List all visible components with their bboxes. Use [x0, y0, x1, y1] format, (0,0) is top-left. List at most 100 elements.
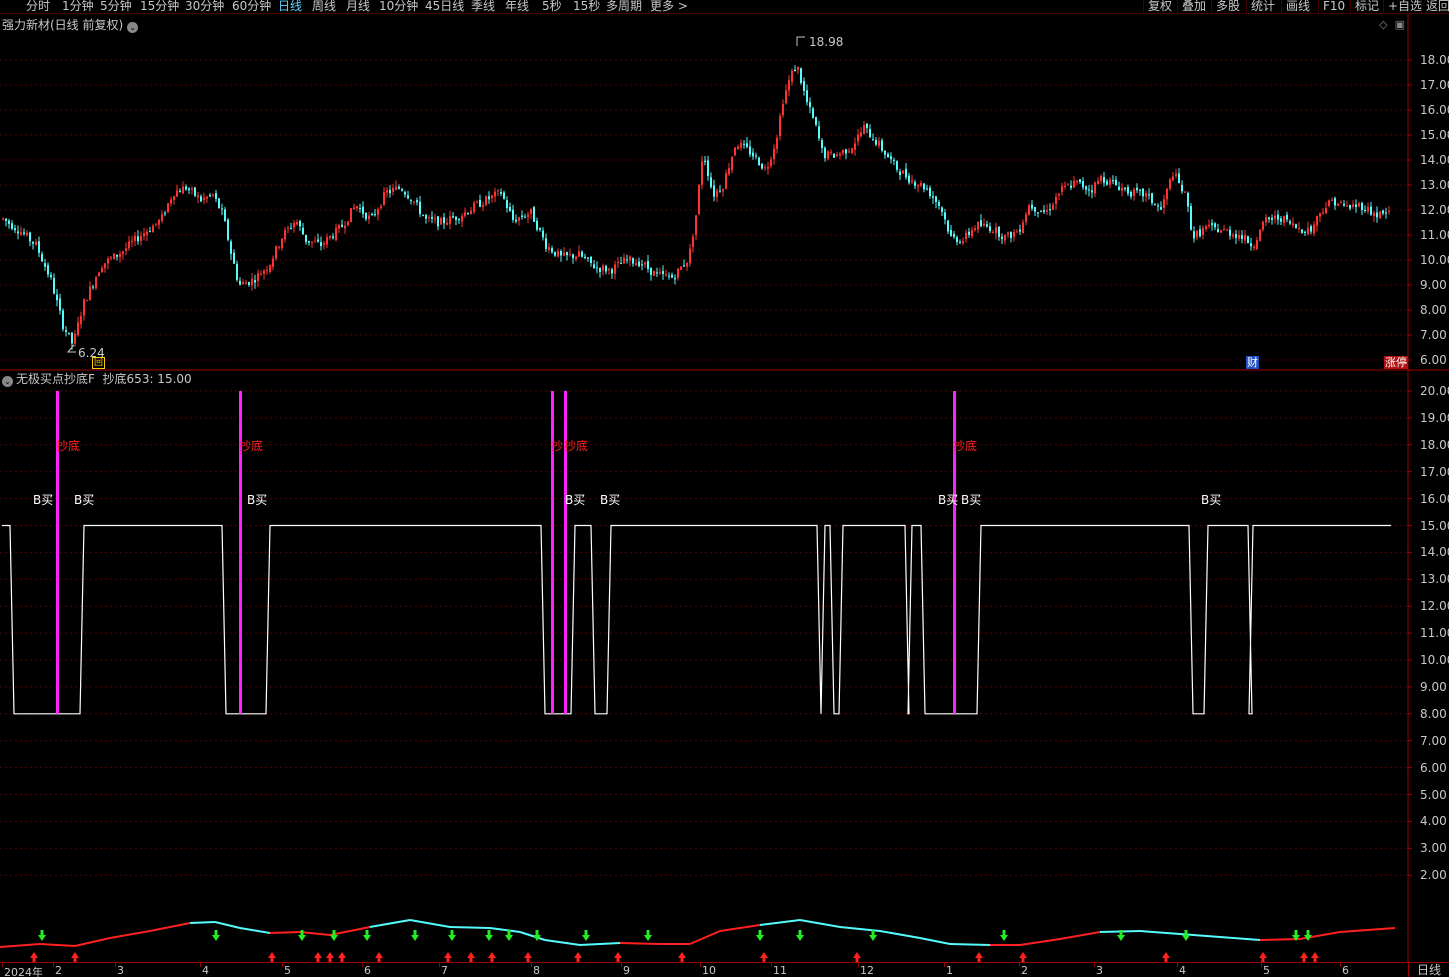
candle-body: [710, 177, 712, 188]
candle-body: [968, 231, 970, 235]
candle-body: [935, 196, 937, 203]
candle-body: [644, 262, 646, 265]
candle-body: [8, 220, 10, 224]
candle-body: [677, 268, 679, 278]
candle-body: [65, 330, 67, 332]
candle-body: [398, 186, 400, 189]
candle-body: [635, 263, 637, 266]
trend-line-segment: [799, 919, 841, 928]
candle-body: [1352, 204, 1354, 207]
candle-body: [35, 241, 37, 245]
candle-body: [86, 300, 88, 302]
candle-body: [647, 260, 649, 269]
down-arrow-icon: [411, 930, 419, 941]
candle-body: [167, 203, 169, 213]
candle-body: [407, 195, 409, 199]
candle-body: [5, 218, 7, 221]
candle-body: [959, 241, 961, 243]
candle-body: [998, 226, 1000, 237]
candle-body: [578, 251, 580, 257]
candle-body: [551, 248, 553, 253]
time-tick-label: 3: [1096, 964, 1103, 977]
candle-body: [1184, 191, 1186, 193]
candle-body: [17, 231, 19, 234]
candle-body: [905, 168, 907, 178]
trend-line-segment: [919, 937, 951, 945]
indicator-line: [2, 524, 1391, 715]
trend-line-segment: [619, 942, 661, 945]
candle-body: [788, 80, 790, 91]
candle-body: [1337, 203, 1339, 206]
candle-body: [1382, 210, 1384, 214]
candle-body: [41, 254, 43, 262]
candle-body: [668, 275, 670, 277]
candle-body: [440, 218, 442, 225]
candle-body: [956, 237, 958, 243]
candle-body: [1013, 232, 1015, 237]
candle-body: [1355, 204, 1357, 208]
candle-body: [416, 200, 418, 203]
trend-line-segment: [299, 931, 331, 936]
candle-body: [1073, 180, 1075, 188]
candle-body: [494, 191, 496, 197]
down-arrow-icon: [796, 930, 804, 941]
candle-body: [368, 215, 370, 220]
trend-line-segment: [719, 924, 761, 932]
candle-body: [80, 316, 82, 325]
candle-body: [137, 236, 139, 242]
candle-body: [242, 282, 244, 285]
price-tick-label: 15.00: [1420, 128, 1449, 142]
candle-body: [530, 208, 532, 214]
candle-body: [221, 208, 223, 210]
candle-body: [560, 251, 562, 256]
trend-line-segment: [214, 921, 241, 929]
candle-body: [1106, 181, 1108, 185]
bottom-signal-label: 抄底: [239, 439, 264, 453]
candle-body: [1238, 234, 1240, 239]
price-tick-label: 13.00: [1420, 178, 1449, 192]
time-tick: [858, 963, 859, 967]
candle-body: [980, 220, 982, 227]
candle-body: [950, 229, 952, 236]
time-tick-label: 10: [702, 964, 716, 977]
period-corner-label[interactable]: 日线: [1408, 962, 1449, 977]
time-tick-label: 5: [284, 964, 291, 977]
candle-body: [1274, 215, 1276, 219]
candle-body: [914, 182, 916, 186]
candle-body: [809, 101, 811, 108]
candle-body: [1007, 232, 1009, 235]
indicator-tick-label: 4.00: [1420, 814, 1447, 829]
candle-body: [746, 143, 748, 147]
candle-body: [1061, 186, 1063, 193]
candle-body: [404, 192, 406, 195]
candle-body: [701, 161, 703, 185]
candle-body: [758, 157, 760, 166]
candle-body: [53, 277, 55, 294]
down-arrow-icon: [363, 930, 371, 941]
candle-body: [149, 231, 151, 233]
candle-body: [962, 240, 964, 244]
candle-body: [164, 212, 166, 214]
candle-body: [110, 257, 112, 259]
candle-body: [1127, 187, 1129, 194]
candle-body: [1304, 231, 1306, 233]
price-tick-label: 9.00: [1420, 278, 1447, 292]
candle-body: [1088, 189, 1090, 191]
candle-body: [1103, 177, 1105, 183]
candle-body: [134, 235, 136, 241]
indicator-tick-label: 16.00: [1420, 491, 1449, 506]
candle-body: [83, 299, 85, 316]
candle-body: [812, 108, 814, 118]
candle-body: [842, 150, 844, 154]
candle-body: [173, 196, 175, 200]
candle-body: [1235, 234, 1237, 238]
down-arrow-icon: [869, 930, 877, 941]
candle-body: [239, 280, 241, 285]
high-price-label: 18.98: [809, 35, 844, 49]
candle-body: [1019, 229, 1021, 232]
candle-body: [1301, 229, 1303, 233]
candle-body: [836, 154, 838, 156]
candle-body: [773, 148, 775, 160]
candle-body: [887, 153, 889, 158]
candle-body: [146, 231, 148, 235]
